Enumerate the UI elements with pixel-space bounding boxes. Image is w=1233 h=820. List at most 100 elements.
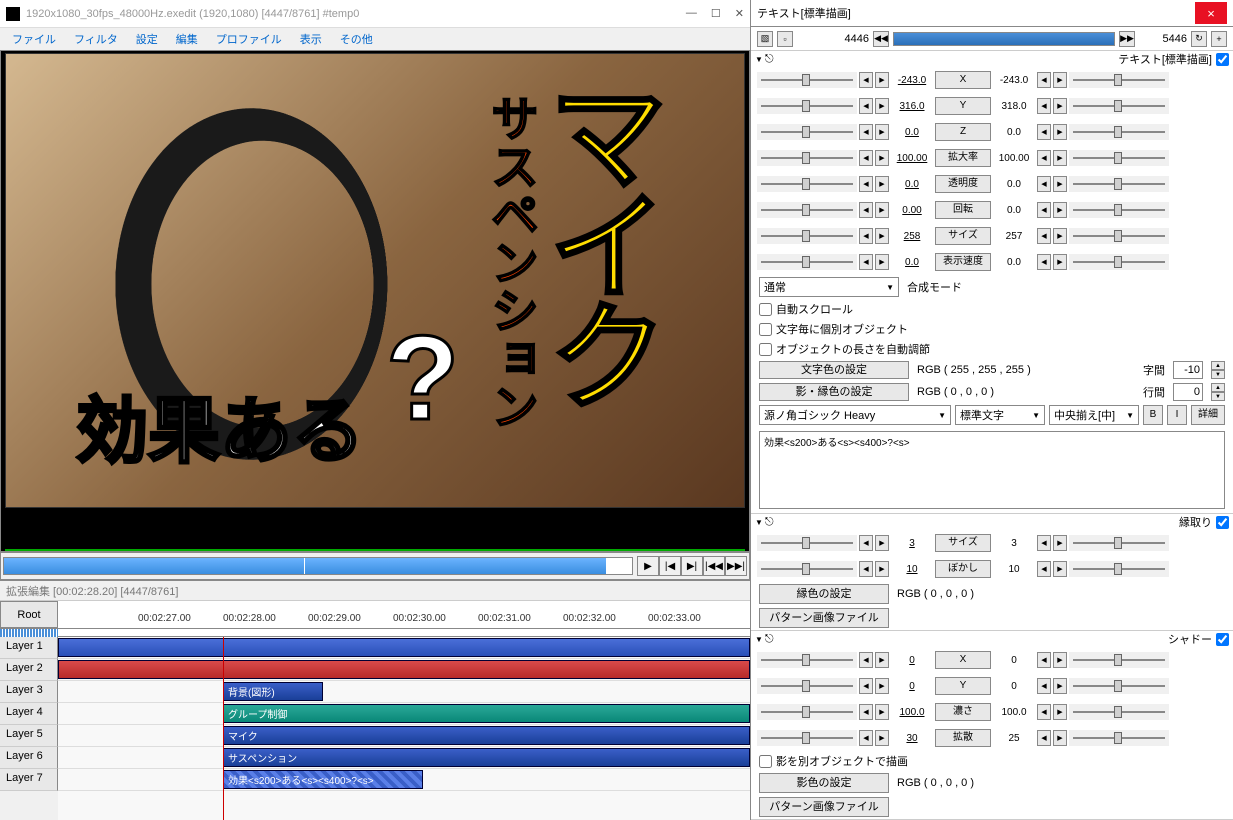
text-color-button[interactable]: 文字色の設定 (759, 361, 909, 379)
per-char-check[interactable] (759, 323, 772, 336)
spin-left-dec[interactable]: ◀ (859, 678, 873, 694)
line-spacing-input[interactable] (1173, 383, 1203, 401)
layer-label[interactable]: Layer 5 (0, 725, 58, 747)
outline-slider-left[interactable] (757, 561, 857, 577)
spin-right-inc[interactable]: ▶ (1053, 652, 1067, 668)
shadow-slider-left[interactable] (757, 704, 857, 720)
timeline-root-button[interactable]: Root (0, 601, 58, 628)
outline-slider-right[interactable] (1069, 561, 1169, 577)
text-value-right[interactable]: -243.0 (993, 75, 1035, 86)
separate-shadow-check[interactable] (759, 755, 772, 768)
spacing-up[interactable]: ▲ (1211, 361, 1225, 370)
menu-profile[interactable]: プロファイル (208, 29, 290, 49)
spin-left-dec[interactable]: ◀ (859, 202, 873, 218)
text-slider-left[interactable] (757, 124, 857, 140)
shadow-label-button[interactable]: 濃さ (935, 703, 991, 721)
text-value-right[interactable]: 318.0 (993, 101, 1035, 112)
minimize-button[interactable]: — (686, 7, 697, 20)
text-value-left[interactable]: 0.0 (891, 127, 933, 138)
spin-right-dec[interactable]: ◀ (1037, 124, 1051, 140)
shadow-label-button[interactable]: 拡散 (935, 729, 991, 747)
next-frame-button[interactable]: ▶| (681, 556, 703, 576)
clip-bg[interactable]: 背景(図形) (223, 682, 323, 701)
section-header-text[interactable]: ▼ ⎋ テキスト[標準描画] (751, 51, 1233, 67)
spin-left-inc[interactable]: ▶ (875, 202, 889, 218)
section-enable-check[interactable] (1216, 53, 1229, 66)
spin-right-dec[interactable]: ◀ (1037, 98, 1051, 114)
goto-start-button[interactable]: |◀◀ (703, 556, 725, 576)
font-combo[interactable]: 源ノ角ゴシック Heavy▼ (759, 405, 951, 425)
close-button[interactable]: × (1195, 2, 1227, 24)
spin-right-dec[interactable]: ◀ (1037, 535, 1051, 551)
shadow-slider-right[interactable] (1069, 704, 1169, 720)
shadow-enable-check[interactable] (1216, 633, 1229, 646)
text-value-right[interactable]: 0.0 (993, 257, 1035, 268)
clip-audio[interactable] (58, 660, 750, 679)
spin-right-inc[interactable]: ▶ (1053, 124, 1067, 140)
spin-left-inc[interactable]: ▶ (875, 98, 889, 114)
spin-right-inc[interactable]: ▶ (1053, 561, 1067, 577)
add-button[interactable]: + (1211, 31, 1227, 47)
spin-right-dec[interactable]: ◀ (1037, 652, 1051, 668)
spacing-input[interactable] (1173, 361, 1203, 379)
spin-left-dec[interactable]: ◀ (859, 228, 873, 244)
outline-slider-left[interactable] (757, 535, 857, 551)
outline-enable-check[interactable] (1216, 516, 1229, 529)
timeline-minimap[interactable] (0, 629, 58, 637)
align-combo[interactable]: 中央揃え[中]▼ (1049, 405, 1139, 425)
shadow-value-right[interactable]: 100.0 (993, 707, 1035, 718)
timeline-tracks[interactable]: 背景(図形) グループ制御 マイク サスペンション 効果<s200>ある<s><… (58, 637, 750, 820)
text-slider-right[interactable] (1069, 228, 1169, 244)
text-value-left[interactable]: 258 (891, 231, 933, 242)
layer-label[interactable]: Layer 3 (0, 681, 58, 703)
spin-right-inc[interactable]: ▶ (1053, 228, 1067, 244)
text-value-left[interactable]: 316.0 (891, 101, 933, 112)
text-slider-right[interactable] (1069, 176, 1169, 192)
menu-settings[interactable]: 設定 (128, 29, 166, 49)
text-value-left[interactable]: 0.0 (891, 179, 933, 190)
spin-right-inc[interactable]: ▶ (1053, 704, 1067, 720)
link-icon[interactable]: ⎋ (765, 633, 774, 646)
text-label-button[interactable]: Z (935, 123, 991, 141)
window-close-button[interactable]: ✕ (735, 7, 744, 20)
spin-left-dec[interactable]: ◀ (859, 535, 873, 551)
maximize-button[interactable]: ☐ (711, 7, 721, 20)
shadow-pattern-button[interactable]: パターン画像ファイル (759, 797, 889, 817)
spin-left-inc[interactable]: ▶ (875, 704, 889, 720)
spin-left-inc[interactable]: ▶ (875, 72, 889, 88)
spin-right-inc[interactable]: ▶ (1053, 678, 1067, 694)
text-value-right[interactable]: 100.00 (993, 153, 1035, 164)
text-value-left[interactable]: 0.0 (891, 257, 933, 268)
shadow-label-button[interactable]: X (935, 651, 991, 669)
menu-filter[interactable]: フィルタ (66, 29, 126, 49)
shadow-slider-right[interactable] (1069, 730, 1169, 746)
text-value-right[interactable]: 0.0 (993, 205, 1035, 216)
text-slider-left[interactable] (757, 98, 857, 114)
shadow-value-left[interactable]: 0 (891, 681, 933, 692)
shadow-value-left[interactable]: 100.0 (891, 707, 933, 718)
spin-right-dec[interactable]: ◀ (1037, 202, 1051, 218)
spin-right-inc[interactable]: ▶ (1053, 176, 1067, 192)
frame-progress[interactable] (893, 32, 1115, 46)
text-label-button[interactable]: 透明度 (935, 175, 991, 193)
shadow-value-left[interactable]: 30 (891, 733, 933, 744)
text-label-button[interactable]: Y (935, 97, 991, 115)
auto-length-check[interactable] (759, 343, 772, 356)
spacing-down[interactable]: ▼ (1211, 370, 1225, 379)
spin-left-dec[interactable]: ◀ (859, 98, 873, 114)
text-slider-right[interactable] (1069, 202, 1169, 218)
spin-right-inc[interactable]: ▶ (1053, 150, 1067, 166)
shadow-slider-left[interactable] (757, 678, 857, 694)
layer-label[interactable]: Layer 6 (0, 747, 58, 769)
spin-left-inc[interactable]: ▶ (875, 678, 889, 694)
clip-video[interactable] (58, 638, 750, 657)
spin-left-dec[interactable]: ◀ (859, 72, 873, 88)
spin-right-inc[interactable]: ▶ (1053, 98, 1067, 114)
shadow-slider-left[interactable] (757, 730, 857, 746)
outline-color-button[interactable]: 縁色の設定 (759, 584, 889, 604)
menu-file[interactable]: ファイル (4, 29, 64, 49)
spin-left-dec[interactable]: ◀ (859, 124, 873, 140)
preview-area[interactable]: マイク サスペンション 効果ある ? (0, 50, 750, 552)
spin-right-dec[interactable]: ◀ (1037, 254, 1051, 270)
prev-frame-button[interactable]: |◀ (659, 556, 681, 576)
